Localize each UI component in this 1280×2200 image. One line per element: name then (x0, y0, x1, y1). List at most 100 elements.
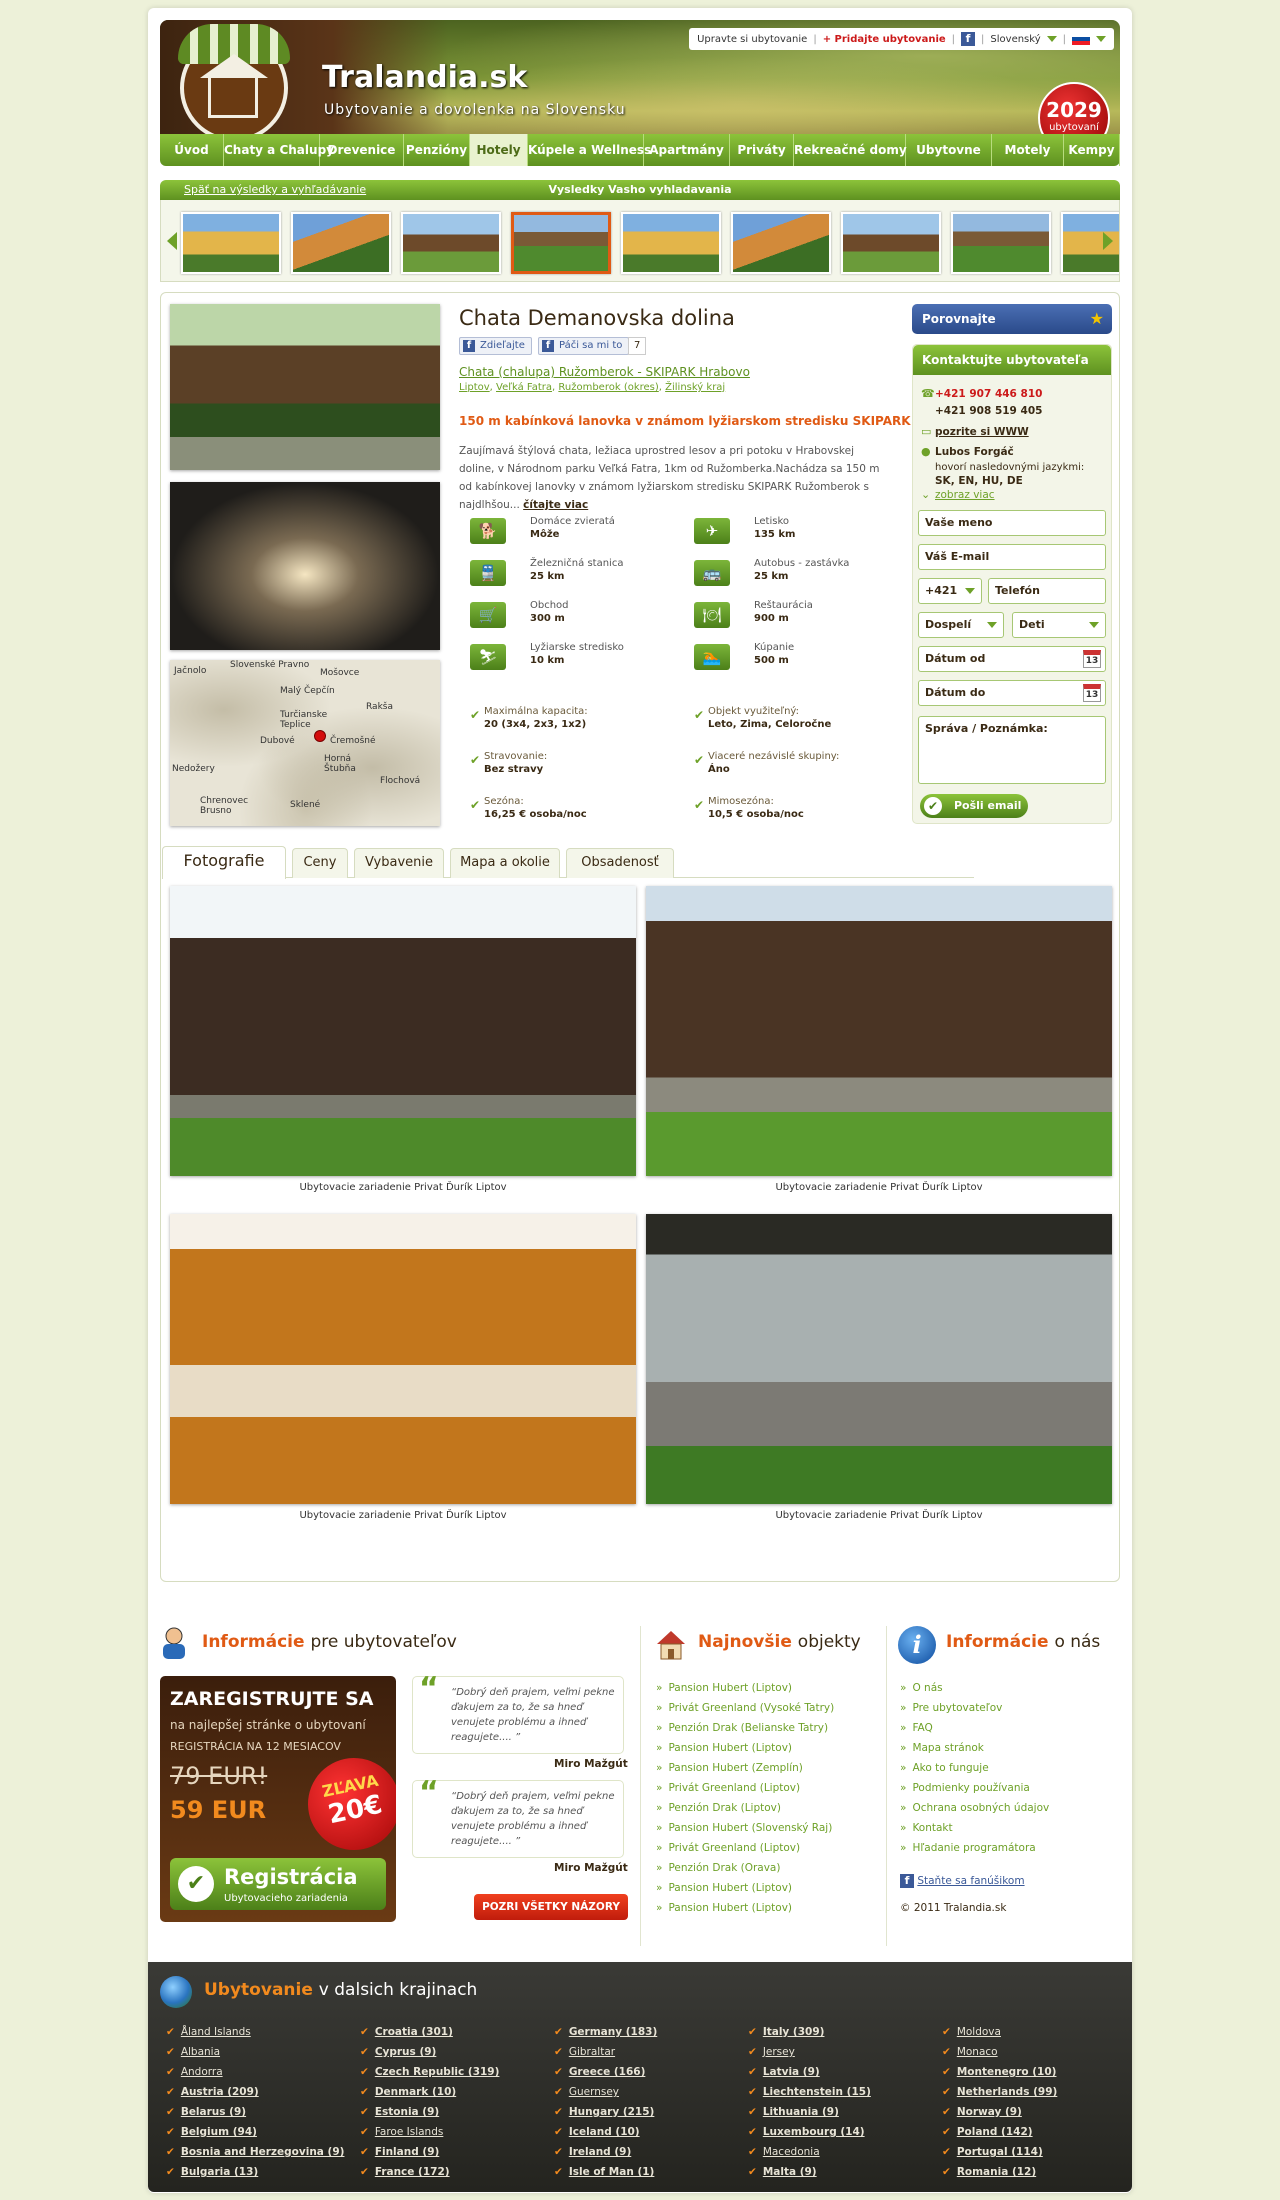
nav-item[interactable]: Apartmány (644, 134, 730, 166)
country-link[interactable]: Bosnia and Herzegovina (9) (166, 2146, 345, 2166)
country-link[interactable]: Albania (166, 2046, 344, 2066)
email-field[interactable]: Váš E-mail (918, 544, 1106, 570)
breadcrumb-link[interactable]: Veľká Fatra (496, 382, 552, 393)
compare-button[interactable]: Porovnajte ★ (912, 304, 1112, 334)
newest-listing-link[interactable]: Pansion Hubert (Liptov) (656, 1682, 834, 1702)
country-link[interactable]: Latvia (9) (748, 2066, 871, 2086)
country-link[interactable]: Poland (142) (942, 2126, 1057, 2146)
country-link[interactable]: Lithuania (9) (748, 2106, 871, 2126)
newest-listing-link[interactable]: Privát Greenland (Liptov) (656, 1842, 834, 1862)
message-field[interactable]: Správa / Poznámka: (918, 716, 1106, 784)
chevron-down-icon[interactable] (1096, 36, 1106, 42)
tab-equipment[interactable]: Vybavenie (354, 848, 444, 878)
carousel-next-icon[interactable] (1103, 232, 1113, 250)
country-link[interactable]: Ireland (9) (554, 2146, 657, 2166)
phone-field[interactable]: Telefón (988, 578, 1106, 604)
edit-listing-link[interactable]: Upravte si ubytovanie (697, 34, 807, 45)
country-link[interactable]: Croatia (301) (360, 2026, 499, 2046)
nav-item[interactable]: Kúpele a Wellness (528, 134, 651, 166)
about-link[interactable]: Ako to funguje (900, 1762, 1049, 1782)
newest-listing-link[interactable]: Privát Greenland (Liptov) (656, 1782, 834, 1802)
result-thumbnail[interactable] (841, 212, 941, 274)
gallery-photo[interactable] (646, 1214, 1112, 1504)
nav-item[interactable]: Chaty a Chalupy (224, 134, 334, 166)
about-link[interactable]: Mapa stránok (900, 1742, 1049, 1762)
listing-photo-exterior[interactable] (170, 304, 440, 470)
country-link[interactable]: Finland (9) (360, 2146, 499, 2166)
newest-listing-link[interactable]: Pansion Hubert (Liptov) (656, 1882, 834, 1902)
country-link[interactable]: Romania (12) (942, 2166, 1057, 2186)
www-link[interactable]: pozrite si WWW (935, 426, 1029, 438)
country-link[interactable]: Italy (309) (748, 2026, 871, 2046)
name-field[interactable]: Vaše meno (918, 510, 1106, 536)
country-link[interactable]: Moldova (942, 2026, 1057, 2046)
date-to-field[interactable]: Dátum do 13 (918, 680, 1106, 706)
country-link[interactable]: Bulgaria (13) (166, 2166, 344, 2186)
country-link[interactable]: Estonia (9) (360, 2106, 499, 2126)
country-link[interactable]: Cyprus (9) (360, 2046, 499, 2066)
gallery-photo[interactable] (646, 886, 1112, 1176)
send-email-button[interactable]: ✔ Pošli email (920, 794, 1028, 818)
share-button[interactable]: f Zdieľajte (459, 337, 532, 355)
tab-photos[interactable]: Fotografie (162, 846, 286, 879)
breadcrumb-link[interactable]: Ružomberok (okres) (558, 382, 658, 393)
read-more-link[interactable]: čítajte viac (523, 499, 588, 511)
country-link[interactable]: Macedonia (748, 2146, 871, 2166)
newest-listing-link[interactable]: Penzión Drak (Liptov) (656, 1802, 834, 1822)
nav-item[interactable]: Kempy (1064, 134, 1120, 166)
listing-photo-night[interactable] (170, 482, 440, 650)
result-thumbnail-active[interactable] (511, 212, 611, 274)
about-link[interactable]: FAQ (900, 1722, 1049, 1742)
nav-item[interactable]: Rekreačné domy (794, 134, 907, 166)
country-link[interactable]: Netherlands (99) (942, 2086, 1058, 2106)
calendar-icon[interactable]: 13 (1083, 684, 1101, 702)
newest-listing-link[interactable]: Penzión Drak (Belianske Tatry) (656, 1722, 834, 1742)
about-link[interactable]: Ochrana osobných údajov (900, 1802, 1049, 1822)
newest-listing-link[interactable]: Pansion Hubert (Liptov) (656, 1742, 834, 1762)
show-more-link[interactable]: zobraz viac (935, 489, 995, 501)
chevron-down-icon[interactable] (1046, 36, 1057, 42)
like-button[interactable]: f Páči sa mi to (538, 337, 630, 355)
nav-item[interactable]: Drevenice (320, 134, 404, 166)
phone-prefix-select[interactable]: +421 (918, 578, 982, 604)
gallery-photo[interactable] (170, 1214, 636, 1504)
facebook-fan-link[interactable]: f Staňte sa fanúšikom (900, 1874, 1025, 1888)
tab-prices[interactable]: Ceny (292, 848, 348, 878)
country-link[interactable]: Norway (9) (942, 2106, 1057, 2126)
flag-icon[interactable] (1072, 33, 1090, 45)
country-link[interactable]: Gibraltar (554, 2046, 657, 2066)
country-link[interactable]: Jersey (748, 2046, 871, 2066)
country-link[interactable]: Liechtenstein (15) (748, 2086, 871, 2106)
calendar-icon[interactable]: 13 (1083, 650, 1101, 668)
nav-item[interactable]: Motely (992, 134, 1064, 166)
add-listing-link[interactable]: + Pridajte ubytovanie (823, 34, 946, 45)
newest-listing-link[interactable]: Privát Greenland (Vysoké Tatry) (656, 1702, 834, 1722)
newest-listing-link[interactable]: Pansion Hubert (Slovenský Raj) (656, 1822, 834, 1842)
result-thumbnail[interactable] (621, 212, 721, 274)
newest-listing-link[interactable]: Pansion Hubert (Zemplín) (656, 1762, 834, 1782)
country-link[interactable]: Iceland (10) (554, 2126, 657, 2146)
tab-map[interactable]: Mapa a okolie (450, 848, 560, 878)
location-map[interactable]: Jačnolo Slovenské Pravno Mošovce Malý Če… (170, 660, 440, 826)
breadcrumb-link[interactable]: Žilinský kraj (665, 382, 725, 393)
result-thumbnail[interactable] (401, 212, 501, 274)
country-link[interactable]: Åland Islands (166, 2026, 344, 2046)
carousel-prev-icon[interactable] (167, 232, 177, 250)
facebook-icon[interactable]: f (961, 32, 976, 46)
country-link[interactable]: Czech Republic (319) (360, 2066, 500, 2086)
about-link[interactable]: Kontakt (900, 1822, 1049, 1842)
gallery-photo[interactable] (170, 886, 636, 1176)
result-thumbnail[interactable] (181, 212, 281, 274)
about-link[interactable]: Pre ubytovateľov (900, 1702, 1049, 1722)
country-link[interactable]: Hungary (215) (554, 2106, 657, 2126)
nav-item[interactable]: Penzióny (404, 134, 470, 166)
date-from-field[interactable]: Dátum od 13 (918, 646, 1106, 672)
tab-occupancy[interactable]: Obsadenosť (566, 848, 674, 878)
nav-item[interactable]: Úvod (160, 134, 224, 166)
children-select[interactable]: Deti (1012, 612, 1106, 638)
country-link[interactable]: Luxembourg (14) (748, 2126, 871, 2146)
country-link[interactable]: Faroe Islands (360, 2126, 499, 2146)
country-link[interactable]: Austria (209) (166, 2086, 344, 2106)
newest-listing-link[interactable]: Penzión Drak (Orava) (656, 1862, 834, 1882)
country-link[interactable]: Isle of Man (1) (554, 2166, 657, 2186)
